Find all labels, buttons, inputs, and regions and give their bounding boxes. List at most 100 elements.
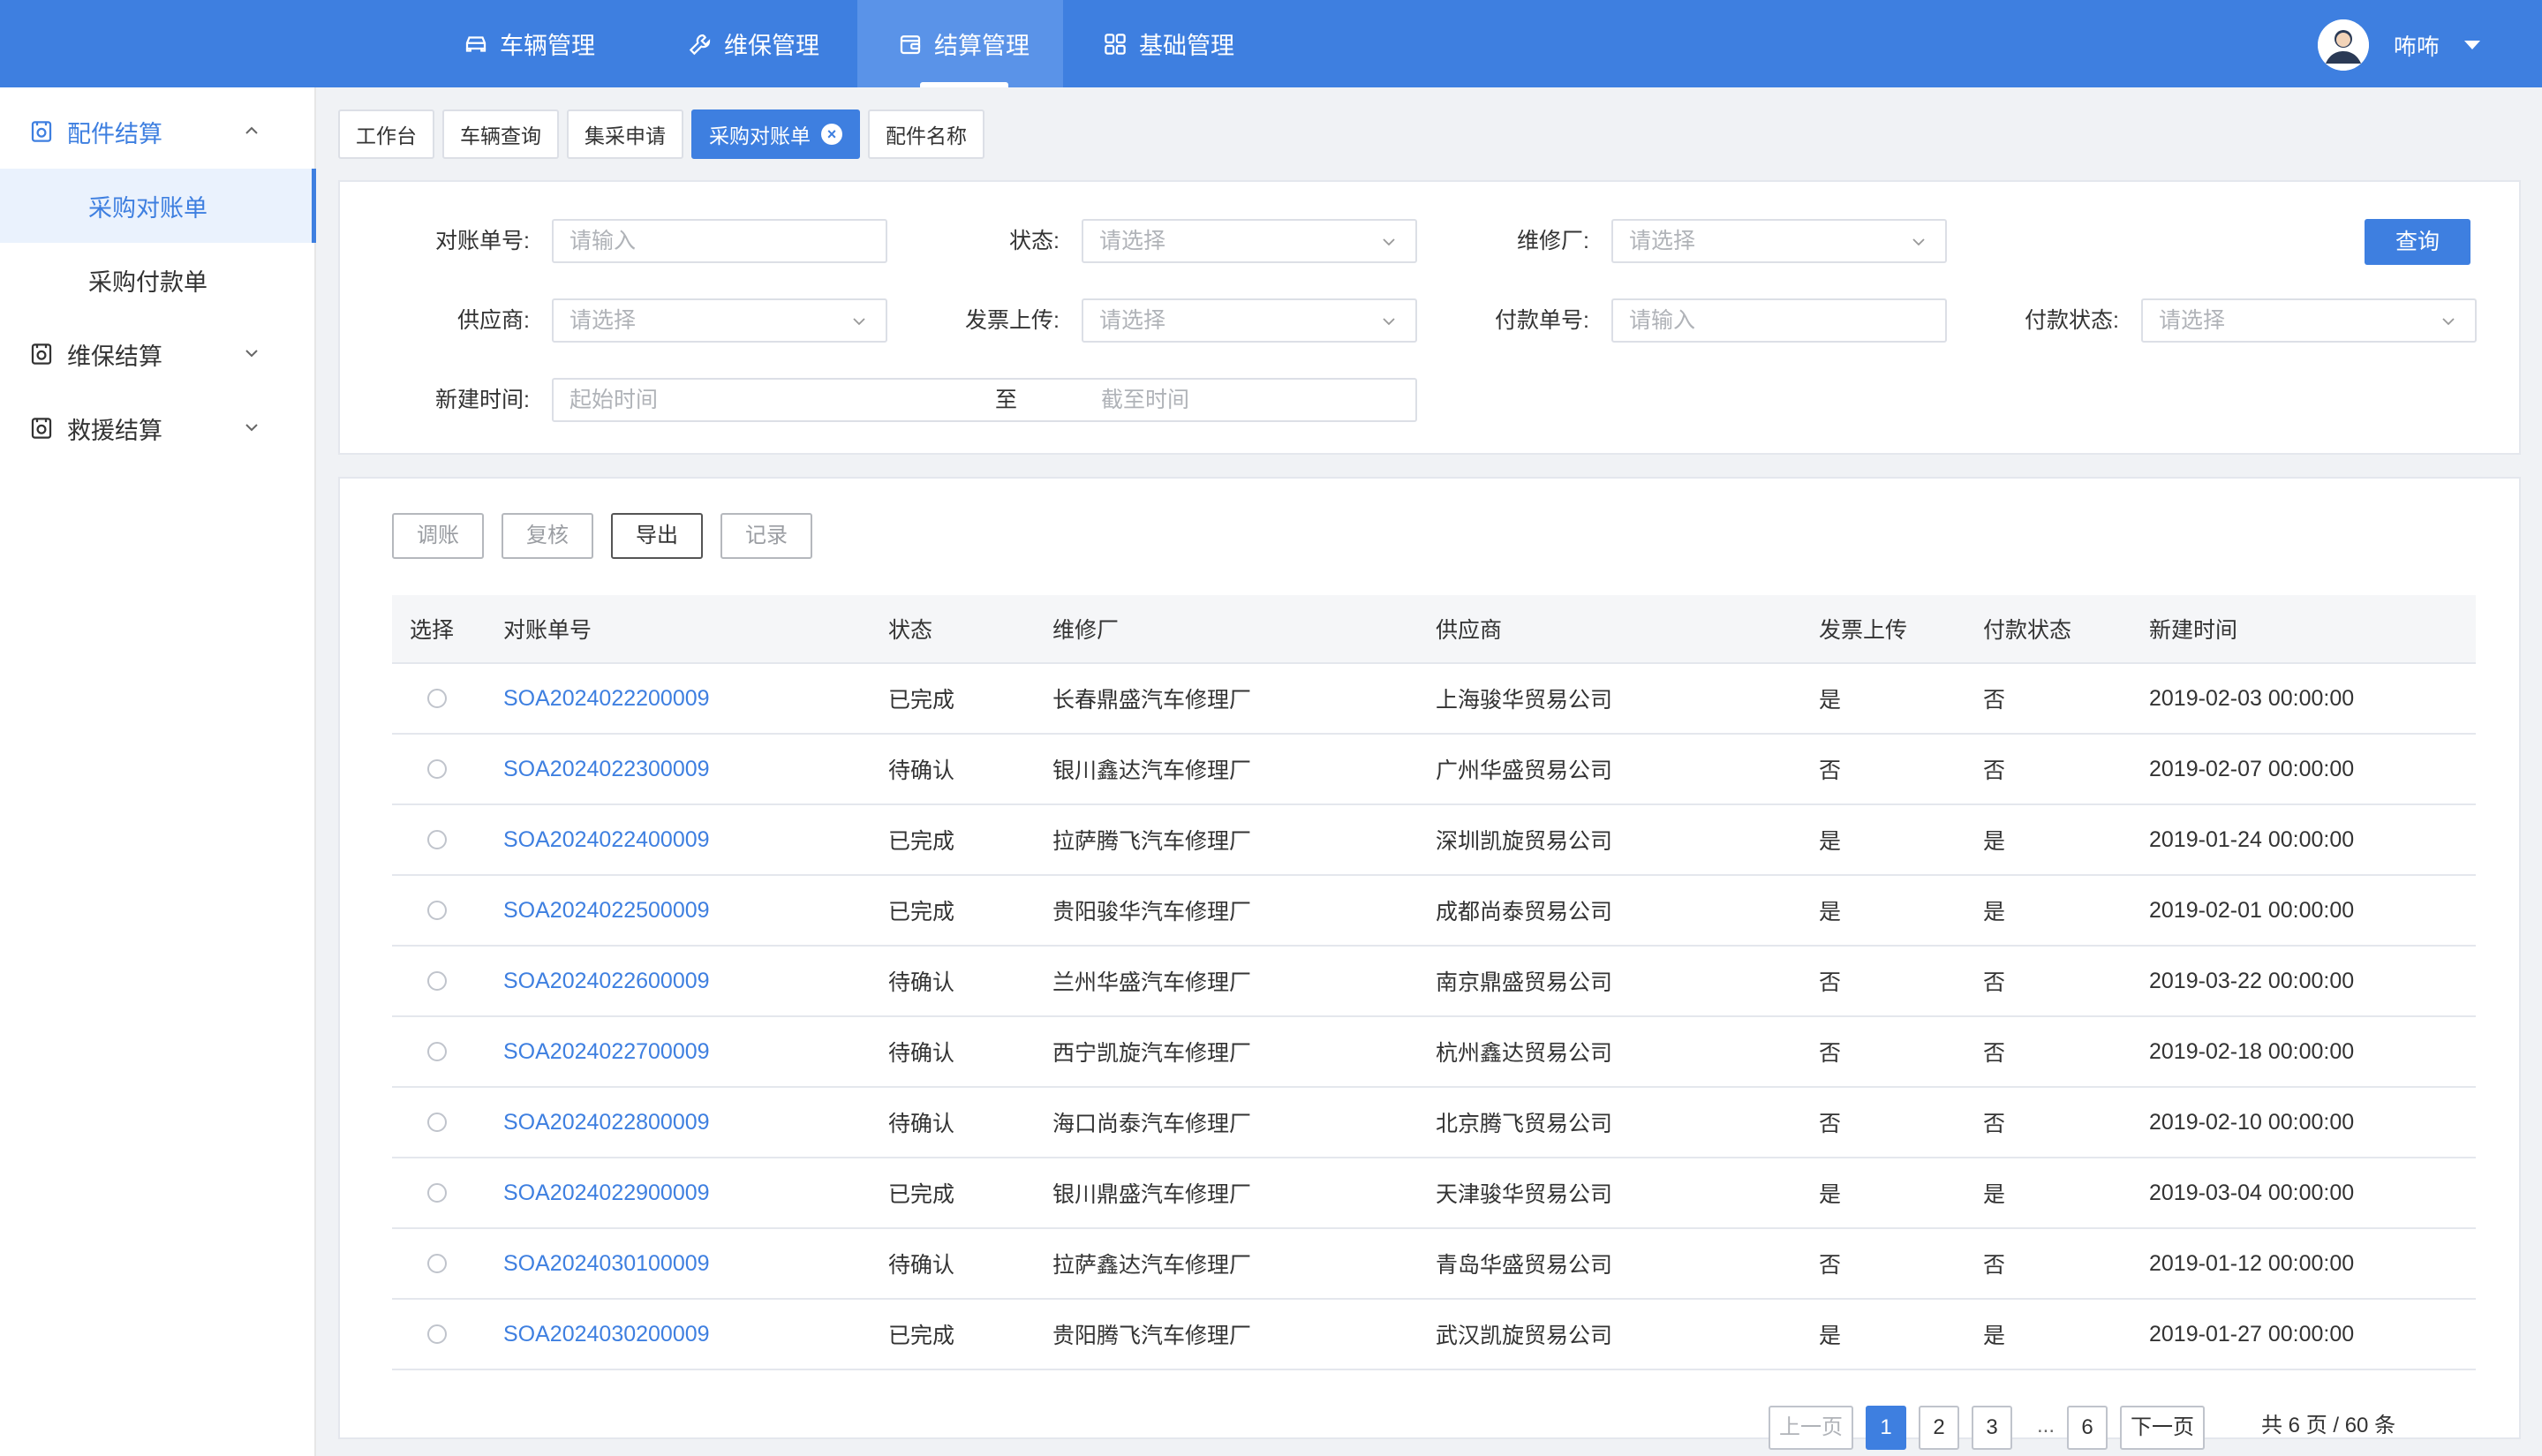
tab-purchase-statement[interactable]: 采购对账单 × [691, 109, 860, 159]
payment-status-label: 付款状态: [2025, 308, 2119, 333]
cell-invoice: 否 [1819, 1112, 1842, 1136]
cell-supplier: 青岛华盛贸易公司 [1436, 1253, 1613, 1278]
cell-supplier: 杭州鑫达贸易公司 [1436, 1041, 1613, 1066]
nav-item-vehicle[interactable]: 车辆管理 [463, 0, 639, 87]
table-row: SOA2024022800009 待确认 海口尚泰汽车修理厂 北京腾飞贸易公司 否 否 20… [392, 1088, 2476, 1158]
cell-statement-no[interactable]: SOA2024022800009 [503, 1088, 710, 1157]
cell-statement-no[interactable]: SOA2024022600009 [503, 947, 710, 1015]
sidebar-group-maintenance-settlement[interactable]: 维保结算 [0, 317, 314, 391]
start-time-placeholder: 起始时间 [569, 388, 659, 412]
nav-item-settlement[interactable]: 结算管理 [857, 0, 1063, 87]
tab-central-purchase[interactable]: 集采申请 [567, 109, 683, 159]
nav-item-basic[interactable]: 基础管理 [1102, 0, 1279, 87]
table-row: SOA2024022700009 待确认 西宁凯旋汽车修理厂 杭州鑫达贸易公司 否 否 20… [392, 1017, 2476, 1088]
cell-repair-shop: 长春鼎盛汽车修理厂 [1052, 688, 1252, 713]
cell-statement-no[interactable]: SOA2024022300009 [503, 735, 710, 803]
payment-no-label: 付款单号: [1495, 308, 1589, 333]
row-radio[interactable] [427, 1113, 447, 1132]
cell-statement-no[interactable]: SOA2024022500009 [503, 876, 710, 945]
page-ellipsis: ... [2037, 1414, 2055, 1437]
tab-workbench[interactable]: 工作台 [338, 109, 434, 159]
page-button-1[interactable]: 1 [1866, 1406, 1906, 1450]
sidebar-item-purchase-statement[interactable]: 采购对账单 [0, 169, 316, 243]
table-body: SOA2024022200009 已完成 长春鼎盛汽车修理厂 上海骏华贸易公司是否 20… [392, 664, 2476, 1370]
settlement-icon [31, 121, 52, 142]
row-radio[interactable] [427, 1324, 447, 1344]
review-button[interactable]: 复核 [502, 513, 593, 559]
cell-select [427, 1158, 447, 1227]
page-button-2[interactable]: 2 [1919, 1406, 1959, 1450]
adjust-button[interactable]: 调账 [392, 513, 484, 559]
close-icon[interactable]: × [821, 124, 842, 145]
query-button[interactable]: 查询 [2365, 219, 2470, 265]
cell-payment: 否 [1983, 1041, 2006, 1066]
cell-supplier: 成都尚泰贸易公司 [1436, 900, 1613, 924]
row-radio[interactable] [427, 1042, 447, 1061]
cell-select [427, 735, 447, 803]
cell-supplier: 深圳凯旋贸易公司 [1436, 829, 1613, 854]
user-menu[interactable]: 咘咘 [2317, 19, 2480, 71]
cell-statement-no[interactable]: SOA2024030200009 [503, 1300, 710, 1369]
cell-statement-no[interactable]: SOA2024022200009 [503, 664, 710, 733]
cell-statement-no[interactable]: SOA2024030100009 [503, 1229, 710, 1298]
statement-no-input[interactable]: 请输入 [552, 219, 887, 263]
cell-status: 已完成 [888, 1182, 955, 1207]
tab-part-name[interactable]: 配件名称 [868, 109, 984, 159]
payment-status-select[interactable]: 请选择 [2141, 298, 2477, 343]
chevron-down-icon [2442, 318, 2455, 326]
record-button[interactable]: 记录 [720, 513, 812, 559]
cell-created: 2019-02-18 00:00:00 [2149, 1038, 2355, 1064]
created-time-range[interactable]: 起始时间 至 截至时间 [552, 378, 1417, 422]
cell-created: 2019-02-03 00:00:00 [2149, 685, 2355, 711]
cell-select [427, 1229, 447, 1298]
prev-page-button[interactable]: 上一页 [1769, 1406, 1853, 1450]
chevron-up-icon [245, 126, 258, 134]
wallet-icon [900, 34, 921, 54]
cell-supplier: 北京腾飞贸易公司 [1436, 1112, 1613, 1136]
cell-repair-shop: 拉萨腾飞汽车修理厂 [1052, 829, 1252, 854]
tab-vehicle-query[interactable]: 车辆查询 [442, 109, 559, 159]
sidebar-item-purchase-payment[interactable]: 采购付款单 [0, 243, 314, 317]
row-radio[interactable] [427, 901, 447, 920]
cell-invoice: 是 [1819, 1324, 1842, 1348]
payment-no-input[interactable]: 请输入 [1611, 298, 1947, 343]
page-button-last[interactable]: 6 [2067, 1406, 2108, 1450]
page-button-3[interactable]: 3 [1972, 1406, 2012, 1450]
cell-invoice: 否 [1819, 1041, 1842, 1066]
cell-select [427, 664, 447, 733]
next-page-button[interactable]: 下一页 [2120, 1406, 2206, 1450]
cell-statement-no[interactable]: SOA2024022400009 [503, 805, 710, 874]
status-select[interactable]: 请选择 [1082, 219, 1417, 263]
nav-item-maintenance[interactable]: 维保管理 [687, 0, 864, 87]
cell-repair-shop: 银川鑫达汽车修理厂 [1052, 758, 1252, 783]
sidebar-group-rescue-settlement[interactable]: 救援结算 [0, 391, 314, 465]
invoice-upload-label: 发票上传: [965, 308, 1060, 333]
cell-created: 2019-02-10 00:00:00 [2149, 1109, 2355, 1135]
row-radio[interactable] [427, 1254, 447, 1273]
select-placeholder: 请选择 [1099, 229, 1166, 253]
cell-repair-shop: 拉萨鑫达汽车修理厂 [1052, 1253, 1252, 1278]
cell-payment: 是 [1983, 1324, 2006, 1348]
pagination: 上一页 1 2 3 ... 6 下一页 共 6 页 / 60 条 [1769, 1406, 2395, 1450]
row-radio[interactable] [427, 759, 447, 779]
supplier-select[interactable]: 请选择 [552, 298, 887, 343]
filter-panel: 对账单号: 请输入 状态: 请选择 维修厂: 请选择 查询 供应商: 请选择 发… [338, 180, 2521, 455]
invoice-upload-select[interactable]: 请选择 [1082, 298, 1417, 343]
row-radio[interactable] [427, 1183, 447, 1203]
select-placeholder: 请选择 [1099, 308, 1166, 333]
cell-status: 已完成 [888, 829, 955, 854]
cell-statement-no[interactable]: SOA2024022700009 [503, 1017, 710, 1086]
status-label: 状态: [1009, 229, 1060, 253]
header-supplier: 供应商 [1436, 618, 1503, 643]
row-radio[interactable] [427, 689, 447, 708]
supplier-label: 供应商: [457, 308, 530, 333]
row-radio[interactable] [427, 971, 447, 991]
table-row: SOA2024022500009 已完成 贵阳骏华汽车修理厂 成都尚泰贸易公司 是 是 20… [392, 876, 2476, 947]
settlement-icon [31, 343, 52, 365]
tab-label: 工作台 [356, 124, 417, 147]
repair-shop-select[interactable]: 请选择 [1611, 219, 1947, 263]
sidebar-group-parts-settlement[interactable]: 配件结算 [0, 94, 314, 169]
row-radio[interactable] [427, 830, 447, 849]
cell-statement-no[interactable]: SOA2024022900009 [503, 1158, 710, 1227]
export-button[interactable]: 导出 [611, 513, 703, 559]
